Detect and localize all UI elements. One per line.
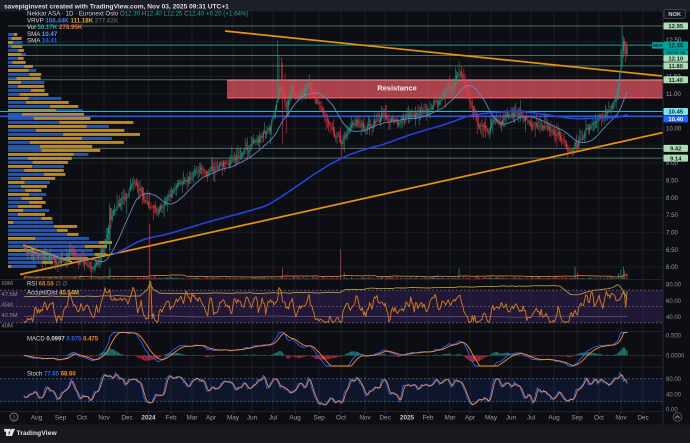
svg-text:Mar: Mar (186, 415, 198, 422)
svg-text:Nov: Nov (98, 415, 110, 422)
svg-text:Jul: Jul (527, 415, 535, 422)
svg-text:80.00: 80.00 (666, 283, 682, 289)
svg-text:8.00: 8.00 (666, 195, 678, 202)
svg-text:Nov: Nov (615, 415, 627, 422)
svg-text:42.5M: 42.5M (2, 313, 18, 319)
svg-text:45M: 45M (2, 302, 13, 308)
svg-text:MACD 0.0997 0.575 0.475: MACD 0.0997 0.575 0.475 (27, 337, 99, 343)
svg-text:12.40: 12.40 (668, 44, 684, 50)
svg-text:40.00: 40.00 (666, 315, 682, 321)
svg-text:2024: 2024 (141, 415, 156, 422)
svg-text:Nov: Nov (359, 415, 371, 422)
svg-text:Feb: Feb (165, 415, 176, 422)
svg-text:Nekkar ASA · 1D · Euronext Osl: Nekkar ASA · 1D · Euronext Oslo O12.30 H… (27, 10, 249, 17)
svg-text:11.40: 11.40 (669, 78, 684, 84)
svg-text:Vol 50.17K 278.95K: Vol 50.17K 278.95K (27, 24, 83, 31)
svg-text:Aug: Aug (289, 415, 301, 422)
svg-text:Resistance: Resistance (377, 84, 417, 93)
svg-text:11.80: 11.80 (669, 64, 684, 70)
svg-text:Apr: Apr (206, 415, 217, 422)
svg-text:0.0000: 0.0000 (666, 354, 685, 360)
svg-text:7.50: 7.50 (666, 212, 678, 219)
svg-text:Sep: Sep (313, 415, 325, 422)
svg-text:9.14: 9.14 (670, 156, 682, 162)
svg-text:60.00: 60.00 (666, 299, 682, 305)
svg-text:40.00: 40.00 (666, 392, 682, 398)
svg-text:2025: 2025 (400, 415, 415, 422)
svg-text:Jun: Jun (506, 415, 517, 422)
svg-text:2: 2 (12, 415, 15, 421)
svg-text:Dec: Dec (121, 415, 133, 422)
svg-text:9.42: 9.42 (670, 147, 682, 153)
svg-text:80.00: 80.00 (666, 377, 682, 383)
svg-text:6.00: 6.00 (666, 264, 678, 271)
svg-text:06:58:35: 06:58:35 (666, 50, 685, 56)
svg-text:50M: 50M (2, 281, 13, 287)
svg-text:Jun: Jun (247, 415, 258, 422)
svg-text:Jul: Jul (269, 415, 277, 422)
svg-text:May: May (227, 415, 240, 422)
svg-text:7.00: 7.00 (666, 230, 678, 237)
svg-text:6.50: 6.50 (666, 247, 678, 254)
svg-text:40M: 40M (2, 324, 13, 330)
svg-text:12.95: 12.95 (668, 24, 683, 30)
svg-text:Feb: Feb (422, 415, 433, 422)
svg-text:Oct: Oct (336, 415, 346, 422)
svg-text:10.40: 10.40 (668, 117, 683, 123)
svg-text:SMA 10.41: SMA 10.41 (27, 38, 58, 45)
svg-text:Sep: Sep (571, 415, 583, 422)
svg-text:Stoch 77.65 68.60: Stoch 77.65 68.60 (27, 372, 76, 378)
svg-text:TradingView: TradingView (17, 430, 58, 437)
svg-text:12.10: 12.10 (668, 56, 683, 62)
svg-text:NKR: NKR (652, 43, 663, 49)
svg-text:10.00: 10.00 (666, 126, 682, 133)
svg-text:Mar: Mar (444, 415, 456, 422)
svg-text:savepiginvest created with Tra: savepiginvest created with TradingView.c… (4, 3, 229, 10)
svg-text:Oct: Oct (77, 415, 87, 422)
svg-text:Oct: Oct (594, 415, 604, 422)
svg-text:Dec: Dec (379, 415, 391, 422)
svg-text:Accum/Dist 45.54M: Accum/Dist 45.54M (27, 291, 79, 297)
svg-text:8.50: 8.50 (666, 178, 678, 185)
svg-text:10.45: 10.45 (668, 110, 683, 116)
svg-text:NOK: NOK (668, 12, 682, 18)
svg-text:Dec: Dec (637, 415, 649, 422)
svg-text:11.00: 11.00 (666, 91, 681, 98)
svg-text:Aug: Aug (31, 415, 43, 422)
svg-text:Sep: Sep (55, 415, 67, 422)
svg-text:Aug: Aug (548, 415, 560, 422)
svg-text:47.5M: 47.5M (2, 292, 18, 298)
svg-text:May: May (485, 415, 498, 422)
svg-text:RSI 68.58 ∅ ∅: RSI 68.58 ∅ ∅ (27, 281, 67, 288)
svg-text:0.500: 0.500 (666, 334, 682, 340)
svg-text:Apr: Apr (465, 415, 476, 422)
